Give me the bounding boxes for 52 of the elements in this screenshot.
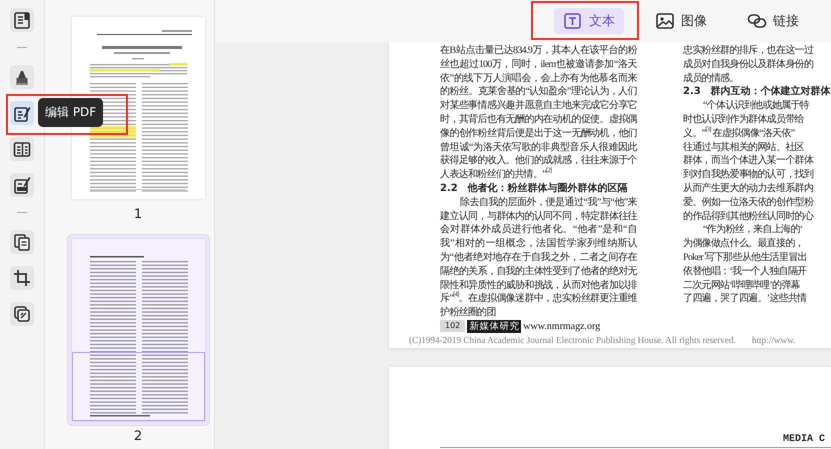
tooltip: 编辑 PDF — [38, 98, 104, 127]
text-line: 二次元网站‘哔哩哔哩’的弹幕 — [683, 278, 801, 292]
tool-button[interactable] — [10, 266, 34, 290]
document-icon — [12, 10, 32, 30]
tool-button[interactable] — [10, 137, 34, 161]
tool-button[interactable] — [10, 302, 34, 326]
text-line: 成员的情感。 — [683, 72, 740, 86]
text-line: 了四遍，哭了四遍。’这些共情 — [683, 292, 808, 306]
text-line: 爱。例如一位洛天依的创作型粉 — [683, 196, 814, 210]
page-thumbnail[interactable] — [66, 234, 210, 426]
page-number: 1 — [134, 207, 142, 222]
text-line: 的作品得到其他粉丝认同时的心 — [683, 210, 815, 224]
body-paragraph: 在B站点击量已达834.9万，其本人在该平台的粉丝也超过100万，同时，ilem也被邀请参加“洛天依”的线下万人演唱会，会上亦有为他慕名而来的粉丝。克莱舍基的“认知盈余”理论认为，人们对某些事情感兴趣并愿意自主地来完成它分享它时，其背后也有无酬的内在动机的促使。虚拟偶像的创作粉丝背后便是出于这一无酬动机，他们曾坦诚“为洛天依写歌的非典型音乐人很难因此获得足够的收入。他们的成就感，往往来源于个人表达和粉丝们的共情。”$^{[2]}$ — [440, 44, 637, 182]
running-header: MEDIA C — [440, 433, 831, 448]
image-icon — [655, 11, 675, 31]
page-number: 102 — [440, 320, 466, 332]
text-line: Poker 写下那些从他生活里冒出 — [683, 250, 808, 265]
text-line: 往通过与其相关的网站、社区 — [683, 140, 806, 154]
text-line: 从而产生更大的动力去维系群内 — [683, 182, 814, 196]
text-line: 时也认识到作为群体成员带给 — [683, 112, 805, 126]
journal-website: www.nmrmagz.org — [523, 320, 600, 332]
text-line: “个体认识到他或她属于特 — [702, 99, 810, 113]
page-number: 2 — [134, 429, 142, 444]
text-line: 成员对自我身份以及群体身份的 — [683, 58, 814, 72]
section-heading: 2.3 群内互动：个体建立对群体 — [683, 85, 831, 100]
edit-tab[interactable]: 图像 — [646, 8, 716, 34]
edit-tab[interactable]: 文本 — [554, 8, 624, 34]
link-icon — [747, 11, 767, 31]
tool-button[interactable] — [10, 65, 34, 89]
copyright-notice: (C)1994-2019 China Academic Journal Electronic Publishing House. All rights reserved. — [409, 334, 736, 346]
copyright-url: http://www. — [752, 334, 796, 346]
tool-button[interactable] — [10, 173, 34, 197]
text-box-icon — [563, 11, 583, 31]
text-line: 义。”$^{[3]}$ 在虚拟偶像“洛天依” — [683, 126, 796, 141]
pages-icon — [12, 232, 32, 252]
journal-name: 新媒体研究 — [467, 320, 522, 333]
tool-button[interactable] — [10, 101, 34, 125]
edit-tab[interactable]: 链接 — [738, 8, 808, 34]
text-line: 依替他唱：‘我一个人独自隔开 — [683, 264, 808, 279]
text-line: 群体，而当个体进入某一个群体 — [683, 154, 814, 168]
text-line: “作为粉丝，来自上海的‘ — [702, 223, 804, 238]
crop-icon — [12, 268, 32, 288]
layers-icon — [12, 304, 32, 324]
tool-button[interactable] — [10, 8, 34, 32]
columns-icon — [12, 139, 32, 159]
text-line: 为偶像做点什么。最直接的， — [683, 237, 805, 251]
text-line: 到对自我热爱事物的认可，找到 — [683, 168, 814, 182]
section-heading: 2.2 他者化：粉丝群体与圈外群体的区隔 — [440, 182, 629, 196]
form-edit-icon — [12, 175, 32, 195]
tool-button[interactable] — [10, 230, 34, 254]
text-line: 忠实粉丝群的排斥，也在这一过 — [683, 44, 814, 58]
body-paragraph: 除去自我的层面外，便是通过“我”与“他”来建立认同，与群体内的认同不同，特定群体往往会对群体外成员进行他者化。“他者”是和“自我”相对的一组概念，法国哲学家列维纳斯认为“他者绝对地存在于自我之外，二者之间存在隔绝的关系，自我的主体性受到了他者的绝对无限性和异质性的威胁和挑战，从而对他者加以排斥”$^{[4]}$。在虚拟偶像迷群中，忠实粉丝群更注重维护粉丝圈的团 — [440, 196, 637, 320]
